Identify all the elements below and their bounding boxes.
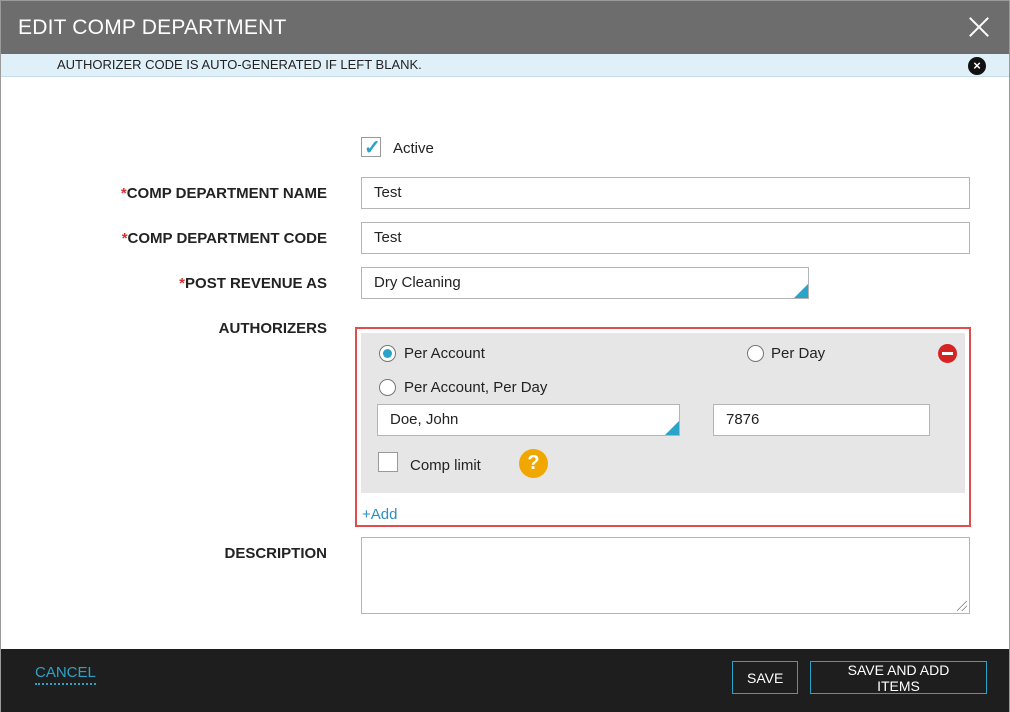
save-and-add-items-button[interactable]: SAVE AND ADD ITEMS (810, 661, 987, 694)
dialog-title: EDIT COMP DEPARTMENT (18, 16, 287, 39)
comp-limit-label: Comp limit (410, 457, 481, 474)
comp-department-name-input[interactable]: Test (361, 177, 970, 209)
per-account-label: Per Account (404, 345, 485, 362)
authorizers-label: AUTHORIZERS (218, 320, 327, 337)
revenue-label: *POST REVENUE AS (179, 275, 327, 292)
description-textarea[interactable] (361, 537, 970, 614)
comp-limit-checkbox[interactable] (378, 452, 398, 472)
authorizers-panel: Per Account Per Day Per Account, Per Day… (355, 327, 971, 527)
authorizer-person-value: Doe, John (390, 411, 459, 428)
per-day-radio[interactable] (747, 345, 764, 362)
close-circle-icon[interactable]: × (968, 57, 986, 75)
per-account-per-day-radio[interactable] (379, 379, 396, 396)
per-account-radio[interactable] (379, 345, 396, 362)
add-authorizer-link[interactable]: +Add (362, 506, 397, 523)
per-day-label: Per Day (771, 345, 826, 362)
resize-grip-icon[interactable] (957, 601, 967, 611)
question-circle-icon[interactable]: ? (519, 449, 548, 478)
per-account-per-day-label: Per Account, Per Day (404, 379, 548, 396)
code-label: *COMP DEPARTMENT CODE (121, 230, 327, 247)
close-icon[interactable] (967, 15, 991, 39)
info-banner: AUTHORIZER CODE IS AUTO-GENERATED IF LEF… (1, 54, 1009, 77)
name-label: *COMP DEPARTMENT NAME (120, 185, 327, 202)
dialog-footer: CANCEL SAVE SAVE AND ADD ITEMS (1, 649, 1009, 712)
edit-comp-department-dialog: EDIT COMP DEPARTMENT AUTHORIZER CODE IS … (0, 0, 1010, 712)
checkmark-icon: ✓ (364, 137, 381, 159)
active-checkbox[interactable]: ✓ (361, 137, 381, 159)
authorizer-person-select[interactable]: Doe, John (377, 404, 680, 436)
comp-department-code-input[interactable]: Test (361, 222, 970, 254)
cancel-link[interactable]: CANCEL (35, 664, 96, 685)
dialog-header: EDIT COMP DEPARTMENT (1, 1, 1009, 54)
minus-circle-icon[interactable] (938, 344, 957, 363)
authorizer-entry: Per Account Per Day Per Account, Per Day… (361, 333, 965, 493)
post-revenue-value: Dry Cleaning (374, 274, 461, 291)
dropdown-corner-icon (665, 421, 679, 435)
description-label: DESCRIPTION (224, 545, 327, 562)
post-revenue-select[interactable]: Dry Cleaning (361, 267, 809, 299)
authorizer-code-input[interactable]: 7876 (713, 404, 930, 436)
save-button[interactable]: SAVE (732, 661, 798, 694)
dropdown-corner-icon (794, 284, 808, 298)
form-body: ✓ Active *COMP DEPARTMENT NAME Test *COM… (1, 78, 1009, 649)
active-label: Active (393, 140, 434, 157)
info-message: AUTHORIZER CODE IS AUTO-GENERATED IF LEF… (57, 57, 422, 72)
